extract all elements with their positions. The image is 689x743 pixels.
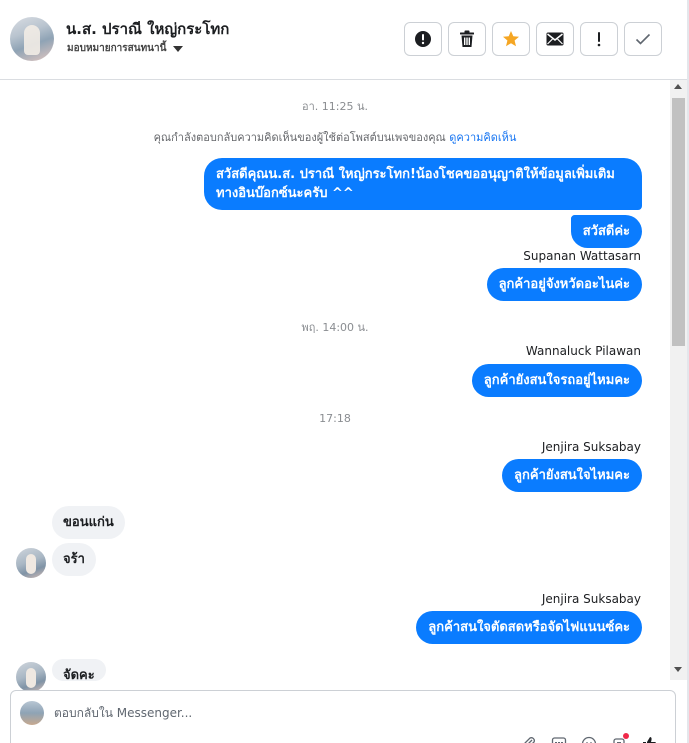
reply-composer bbox=[10, 690, 676, 743]
assign-conversation-dropdown[interactable]: มอบหมายการสนทนานี้ bbox=[67, 41, 184, 56]
delete-button[interactable] bbox=[448, 22, 486, 56]
page-avatar bbox=[20, 701, 44, 725]
reply-input[interactable] bbox=[54, 703, 614, 723]
incoming-message: จัดคะ bbox=[52, 659, 106, 681]
mark-spam-button[interactable] bbox=[404, 22, 442, 56]
outgoing-message: ลูกค้าสนใจตัดสดหรือจัดไฟแนนซ์คะ bbox=[416, 611, 642, 644]
conversation-header: น.ส. ปราณี ใหญ่กระโทก มอบหมายการสนทนานี้ bbox=[0, 0, 689, 80]
timestamp: 17:18 bbox=[319, 412, 351, 425]
check-icon bbox=[635, 33, 651, 45]
notification-dot bbox=[623, 733, 629, 739]
mark-unread-button[interactable] bbox=[536, 22, 574, 56]
sender-name: Jenjira Suksabay bbox=[541, 592, 641, 606]
incoming-message: จร้า bbox=[52, 543, 96, 576]
view-comment-link[interactable]: ดูความคิดเห็น bbox=[449, 131, 516, 144]
composer-toolbar bbox=[521, 733, 657, 743]
sender-name: Supanan Wattasarn bbox=[523, 249, 641, 263]
outgoing-message: ลูกค้ายังสนใจไหมคะ bbox=[502, 459, 642, 492]
contact-name[interactable]: น.ส. ปราณี ใหญ่กระโทก bbox=[66, 17, 229, 41]
attachment-icon[interactable] bbox=[521, 735, 537, 743]
scroll-down-arrow-icon[interactable] bbox=[674, 667, 682, 672]
contact-avatar[interactable] bbox=[10, 17, 54, 61]
exclamation-icon bbox=[597, 32, 601, 47]
like-icon[interactable] bbox=[641, 735, 657, 743]
trash-icon bbox=[460, 30, 474, 47]
caret-down-icon bbox=[173, 45, 184, 52]
outgoing-message: ลูกค้ายังสนใจรถอยู่ไหมคะ bbox=[471, 364, 642, 397]
comment-reply-notice: คุณกำลังตอบกลับความคิดเห็นของผู้ใช้ต่อโพ… bbox=[0, 128, 670, 146]
outgoing-message: สวัสดีคุณน.ส. ปราณี ใหญ่กระโทก!น้องโชคขอ… bbox=[204, 158, 642, 210]
sender-name: Jenjira Suksabay bbox=[541, 440, 641, 454]
timestamp: อา. 11:25 น. bbox=[302, 100, 368, 113]
contact-avatar-small bbox=[16, 548, 46, 578]
contact-avatar-small bbox=[16, 662, 46, 692]
follow-up-button[interactable] bbox=[580, 22, 618, 56]
notice-text: คุณกำลังตอบกลับความคิดเห็นของผู้ใช้ต่อโพ… bbox=[153, 131, 446, 144]
sender-name: Wannaluck Pilawan bbox=[525, 344, 641, 358]
message-line: สวัสดีคุณน.ส. ปราณี ใหญ่กระโทก!น้องโชคขอ… bbox=[216, 167, 615, 182]
header-toolbar bbox=[404, 22, 662, 56]
scroll-up-arrow-icon[interactable] bbox=[674, 84, 682, 89]
star-button[interactable] bbox=[492, 22, 530, 56]
star-icon bbox=[503, 31, 519, 47]
outgoing-message: สวัสดีค่ะ bbox=[570, 215, 642, 248]
incoming-message: ขอนแก่น bbox=[52, 506, 125, 539]
emoji-icon[interactable] bbox=[581, 735, 597, 743]
appointment-icon[interactable] bbox=[611, 733, 629, 743]
envelope-icon bbox=[546, 32, 564, 46]
mark-done-button[interactable] bbox=[624, 22, 662, 56]
saved-replies-icon[interactable] bbox=[551, 735, 567, 743]
outgoing-message: ลูกค้าอยู่จังหวัดอะไนค่ะ bbox=[486, 268, 642, 301]
scrollbar-thumb[interactable] bbox=[672, 98, 685, 346]
assign-label: มอบหมายการสนทนานี้ bbox=[67, 43, 167, 54]
message-line: ทางอินบ๊อกซ์นะครับ ^^ bbox=[216, 186, 354, 201]
alert-circle-icon bbox=[415, 31, 431, 47]
timestamp: พฤ. 14:00 น. bbox=[301, 321, 369, 334]
